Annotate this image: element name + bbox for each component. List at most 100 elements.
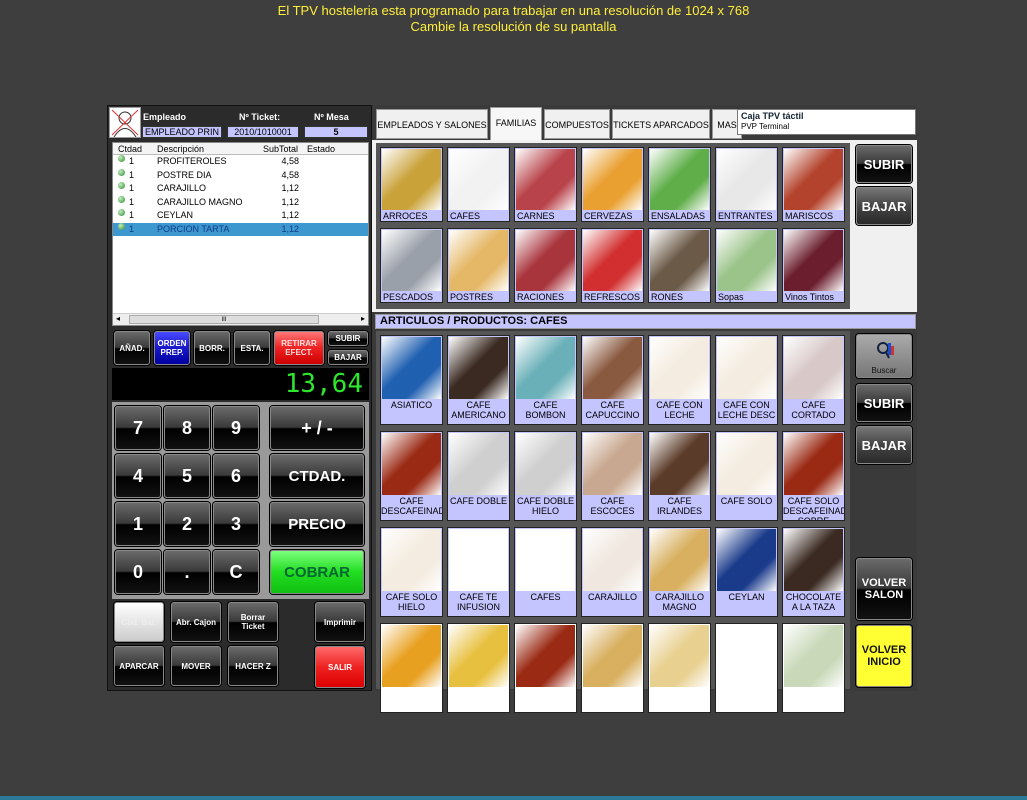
ticket-row[interactable]: 1 POSTRE DIA 4,58: [113, 168, 368, 183]
search-button[interactable]: Buscar: [856, 334, 912, 378]
scroll-right-icon[interactable]: ▸: [361, 314, 365, 323]
employee-field[interactable]: EMPLEADO PRIN: [142, 126, 222, 138]
key-8[interactable]: 8: [164, 406, 210, 450]
article-tile[interactable]: [514, 623, 577, 713]
back-to-home-button[interactable]: VOLVER INICIO: [856, 625, 912, 687]
families-down-button[interactable]: BAJAR: [856, 187, 912, 225]
back-to-room-button[interactable]: VOLVER SALON: [856, 558, 912, 620]
key-0[interactable]: 0: [115, 550, 161, 594]
article-tile[interactable]: CAFE DOBLE: [447, 431, 510, 521]
key-9[interactable]: 9: [213, 406, 259, 450]
key-7[interactable]: 7: [115, 406, 161, 450]
key-3[interactable]: 3: [213, 502, 259, 546]
family-tile[interactable]: ENSALADAS: [648, 147, 711, 222]
open-drawer-button[interactable]: Abr. Cajon: [171, 602, 221, 642]
key-4[interactable]: 4: [115, 454, 161, 498]
article-tile[interactable]: CAFE TE INFUSION: [447, 527, 510, 617]
plus-minus-button[interactable]: + / -: [270, 406, 364, 450]
ticket-row[interactable]: 1 CARAJILLO 1,12: [113, 182, 368, 196]
quantity-button[interactable]: CTDAD.: [270, 454, 364, 498]
family-tile[interactable]: POSTRES: [447, 228, 510, 303]
article-tile[interactable]: [581, 623, 644, 713]
family-tile[interactable]: CERVEZAS: [581, 147, 644, 222]
article-tile[interactable]: [648, 623, 711, 713]
key-C[interactable]: C: [213, 550, 259, 594]
exit-button[interactable]: SALIR: [315, 646, 365, 688]
families-up-button[interactable]: SUBIR: [856, 145, 912, 183]
article-tile[interactable]: CAFE DESCAFEINADO: [380, 431, 443, 521]
ticket-row[interactable]: 1 PROFITEROLES 4,58: [113, 155, 368, 169]
tab-empleados-y-salones[interactable]: EMPLEADOS Y SALONES: [376, 109, 488, 139]
line-up-button[interactable]: SUBIR: [328, 331, 368, 346]
article-tile[interactable]: CAFE SOLO: [715, 431, 778, 521]
article-tile[interactable]: [447, 623, 510, 713]
tab-tickets-aparcados[interactable]: TICKETS APARCADOS: [612, 109, 710, 139]
article-tile[interactable]: CAFE DOBLE HIELO: [514, 431, 577, 521]
article-tile[interactable]: CARAJILLO: [581, 527, 644, 617]
ticket-row[interactable]: 1 CARAJILLO MAGNO 1,12: [113, 195, 368, 210]
article-tile[interactable]: CAFES: [514, 527, 577, 617]
family-tile[interactable]: MARISCOS: [782, 147, 845, 222]
family-tile[interactable]: REFRESCOS: [581, 228, 644, 303]
article-tile[interactable]: CARAJILLO MAGNO: [648, 527, 711, 617]
family-tile[interactable]: PESCADOS: [380, 228, 443, 303]
delete-button[interactable]: BORR.: [194, 331, 230, 365]
article-tile[interactable]: [380, 623, 443, 713]
line-down-button[interactable]: BAJAR: [328, 350, 368, 365]
article-tile[interactable]: CAFE BOMBON: [514, 335, 577, 425]
family-tile[interactable]: RONES: [648, 228, 711, 303]
family-tile[interactable]: ARROCES: [380, 147, 443, 222]
add-button[interactable]: AÑAD.: [114, 331, 150, 365]
family-tile[interactable]: ENTRANTES: [715, 147, 778, 222]
key-dot[interactable]: .: [164, 550, 210, 594]
ticket-row[interactable]: 1 PORCION TARTA 1,12: [113, 222, 368, 236]
article-tile[interactable]: CAFE SOLO HIELO: [380, 527, 443, 617]
article-tile[interactable]: CAFE CON LECHE: [648, 335, 711, 425]
family-tile[interactable]: CARNES: [514, 147, 577, 222]
article-tile[interactable]: CAFE CAPUCCINO: [581, 335, 644, 425]
charge-button[interactable]: COBRAR: [270, 550, 364, 594]
article-tile[interactable]: CAFE ESCOCES: [581, 431, 644, 521]
family-tile[interactable]: RACIONES: [514, 228, 577, 303]
article-tile[interactable]: CHOCOLATE A LA TAZA: [782, 527, 845, 617]
order-prep-button[interactable]: ORDEN PREP.: [154, 331, 190, 365]
tab-familias[interactable]: FAMILIAS: [490, 107, 542, 141]
articles-up-button[interactable]: SUBIR: [856, 384, 912, 422]
family-tile[interactable]: Sopas: [715, 228, 778, 303]
article-tile[interactable]: [715, 623, 778, 713]
scroll-left-icon[interactable]: ◂: [116, 314, 120, 323]
ticket-row[interactable]: 1 CEYLAN 1,12: [113, 209, 368, 223]
key-2[interactable]: 2: [164, 502, 210, 546]
article-tile[interactable]: [782, 623, 845, 713]
barcode-button[interactable]: Cod. Bar.: [114, 602, 164, 642]
state-button[interactable]: ESTA.: [234, 331, 270, 365]
family-tile[interactable]: CAFES: [447, 147, 510, 222]
article-tile[interactable]: CAFE SOLO DESCAFEINADO SOBRE: [782, 431, 845, 521]
col-subtotal[interactable]: SubTotal: [263, 143, 298, 155]
park-button[interactable]: APARCAR: [114, 646, 164, 686]
key-1[interactable]: 1: [115, 502, 161, 546]
article-tile[interactable]: CEYLAN: [715, 527, 778, 617]
move-button[interactable]: MOVER: [171, 646, 221, 686]
article-tile[interactable]: CAFE CORTADO: [782, 335, 845, 425]
col-state[interactable]: Estado: [307, 143, 335, 155]
employee-avatar[interactable]: [109, 107, 141, 138]
article-tile[interactable]: CAFE IRLANDES: [648, 431, 711, 521]
z-report-button[interactable]: HACER Z: [228, 646, 278, 686]
price-button[interactable]: PRECIO: [270, 502, 364, 546]
tab-compuestos[interactable]: COMPUESTOS: [544, 109, 610, 139]
family-tile[interactable]: Vinos Tintos: [782, 228, 845, 303]
horizontal-scrollbar[interactable]: ◂ III ▸: [113, 313, 368, 325]
col-desc[interactable]: Descripción: [157, 143, 204, 155]
print-button[interactable]: Imprimir: [315, 602, 365, 642]
article-tile[interactable]: CAFE CON LECHE DESC: [715, 335, 778, 425]
key-5[interactable]: 5: [164, 454, 210, 498]
withdraw-cash-button[interactable]: RETIRAR EFECT.: [274, 331, 324, 365]
article-tile[interactable]: ASIATICO: [380, 335, 443, 425]
article-tile[interactable]: CAFE AMERICANO: [447, 335, 510, 425]
ticket-lines-list[interactable]: Ctdad Descripción SubTotal Estado 1 PROFI…: [112, 142, 369, 326]
scroll-thumb[interactable]: III: [129, 315, 319, 324]
col-qty[interactable]: Ctdad: [118, 143, 142, 155]
key-6[interactable]: 6: [213, 454, 259, 498]
articles-down-button[interactable]: BAJAR: [856, 426, 912, 464]
